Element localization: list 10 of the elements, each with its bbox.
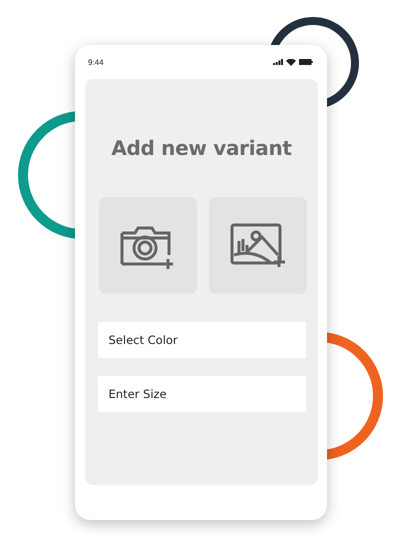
wifi-icon <box>286 58 296 66</box>
take-photo-button[interactable] <box>98 197 196 294</box>
add-image-button[interactable] <box>208 197 306 294</box>
screen-title: Add new variant <box>111 136 292 160</box>
input-field[interactable]: Select Color <box>98 322 306 358</box>
status-time: 9:44 <box>88 58 104 66</box>
signal-icon <box>273 59 283 65</box>
image-add-icon <box>228 222 286 268</box>
battery-icon <box>299 59 313 65</box>
input-field[interactable]: Enter Size <box>98 376 306 412</box>
